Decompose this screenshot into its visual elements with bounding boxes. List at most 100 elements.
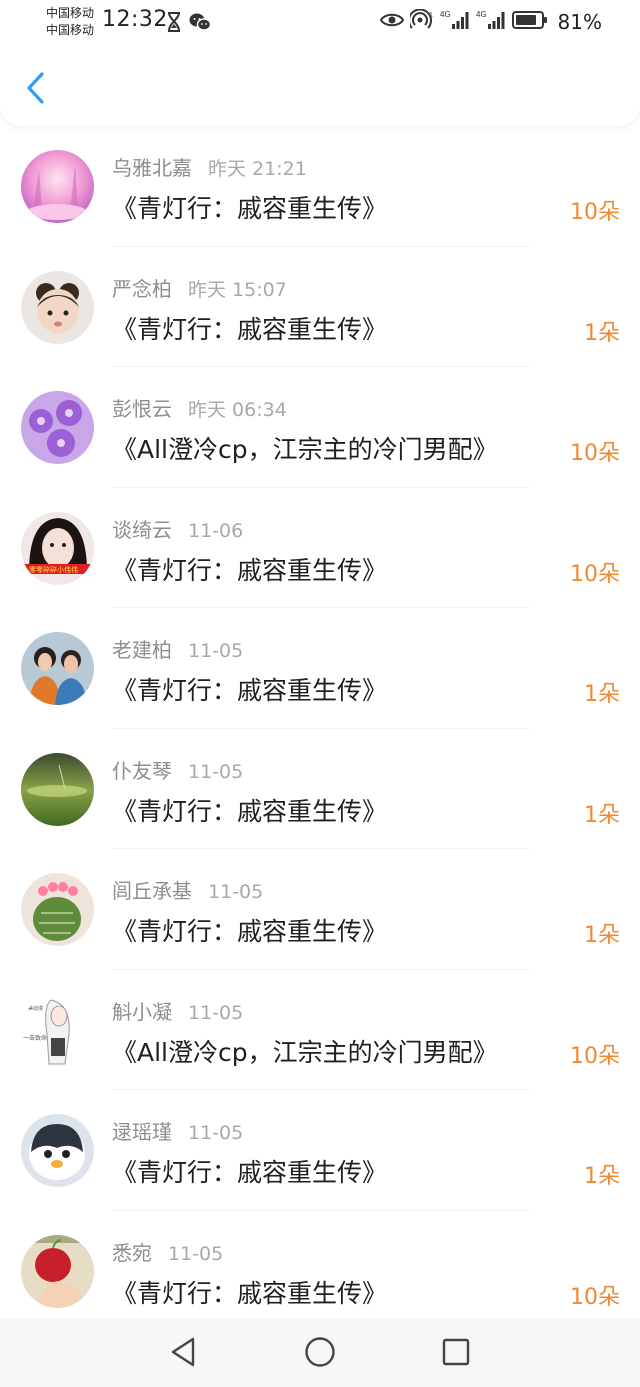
triangle-back-icon bbox=[168, 1336, 198, 1372]
flower-count: 10朵 bbox=[570, 561, 620, 587]
flower-count: 1朵 bbox=[584, 923, 620, 948]
user-info: 逯瑶瑾 11-05 bbox=[112, 1116, 243, 1145]
back-button[interactable] bbox=[18, 68, 52, 112]
network-2-label: 4G bbox=[476, 10, 487, 19]
user-info: 斛小凝 11-05 bbox=[112, 996, 243, 1025]
avatar[interactable] bbox=[21, 150, 94, 223]
signal-1-icon: 4G bbox=[440, 9, 470, 35]
status-icons: 1 4G 4G 81% bbox=[379, 8, 602, 35]
timestamp: 11-06 bbox=[188, 519, 244, 542]
flower-count: 10朵 bbox=[570, 441, 620, 466]
battery-percent: 81% bbox=[557, 10, 602, 34]
timestamp: 昨天 15:07 bbox=[188, 278, 287, 301]
list-item[interactable]: 逯瑶瑾 11-05 《青灯行：戚容重生传》 1朵 bbox=[0, 1090, 640, 1211]
circle-home-icon bbox=[304, 1336, 336, 1372]
book-title[interactable]: 《All澄冷cp，江宗主的冷门男配》 bbox=[112, 430, 498, 466]
square-recents-icon bbox=[441, 1337, 471, 1371]
timestamp: 11-05 bbox=[208, 881, 264, 903]
book-title[interactable]: 《青灯行：戚容重生传》 bbox=[112, 1274, 387, 1310]
user-name: 斛小凝 bbox=[112, 999, 172, 1024]
timestamp: 11-05 bbox=[168, 1242, 224, 1265]
user-name: 谈绮云 bbox=[112, 517, 172, 542]
nav-back-button[interactable] bbox=[166, 1337, 200, 1371]
nav-recents-button[interactable] bbox=[439, 1337, 473, 1371]
avatar[interactable] bbox=[21, 1234, 94, 1308]
status-bar: 中国移动 中国移动 12:32 1 4G 4G 81% bbox=[0, 0, 640, 44]
carrier-2: 中国移动 bbox=[46, 23, 95, 37]
timestamp: 11-05 bbox=[188, 1001, 244, 1024]
avatar[interactable] bbox=[21, 873, 94, 946]
eye-icon bbox=[379, 11, 404, 33]
screen: 中国移动 中国移动 12:32 1 4G 4G 81% 乌雅北嘉 昨天 21:2… bbox=[0, 0, 640, 1387]
timestamp: 11-05 bbox=[188, 1122, 244, 1144]
timestamp: 11-05 bbox=[188, 640, 244, 662]
user-name: 仆友琴 bbox=[112, 758, 172, 783]
book-title[interactable]: 《All澄冷cp，江宗主的冷门男配》 bbox=[112, 1033, 498, 1069]
avatar[interactable]: 唯美动漫 一击致命 bbox=[21, 993, 94, 1067]
flower-count: 1朵 bbox=[584, 320, 620, 346]
book-title[interactable]: 《青灯行：戚容重生传》 bbox=[112, 551, 387, 587]
gift-list: 乌雅北嘉 昨天 21:21 《青灯行：戚容重生传》 10朵 严念柏 昨天 15:07… bbox=[0, 126, 640, 1331]
user-info: 老建柏 11-05 bbox=[112, 634, 243, 663]
timestamp: 昨天 06:34 bbox=[188, 399, 287, 421]
top-area: 中国移动 中国移动 12:32 1 4G 4G 81% bbox=[0, 0, 640, 126]
clock: 12:32 bbox=[102, 7, 168, 32]
book-title[interactable]: 《青灯行：戚容重生传》 bbox=[112, 310, 387, 346]
avatar[interactable] bbox=[21, 752, 94, 826]
signal-2-icon: 4G bbox=[476, 9, 506, 35]
user-info: 谈绮云 11-06 bbox=[112, 514, 243, 543]
avatar[interactable] bbox=[21, 632, 94, 705]
list-item[interactable]: 老建柏 11-05 《青灯行：戚容重生传》 1朵 bbox=[0, 608, 640, 729]
list-item[interactable]: 仆友琴 11-05 《青灯行：戚容重生传》 1朵 bbox=[0, 729, 640, 850]
user-name: 老建柏 bbox=[112, 638, 172, 662]
svg-text:唯美动漫: 唯美动漫 bbox=[23, 1005, 43, 1012]
list-item[interactable]: 唯美动漫 一击致命 斛小凝 11-05 《All澄冷cp，江宗主的冷门男配》 10朵 bbox=[0, 970, 640, 1091]
user-info: 严念柏 昨天 15:07 bbox=[112, 273, 287, 302]
book-title[interactable]: 《青灯行：戚容重生传》 bbox=[112, 671, 387, 707]
carrier-1: 中国移动 bbox=[46, 6, 95, 20]
list-item[interactable]: 闾丘承基 11-05 《青灯行：戚容重生传》 1朵 bbox=[0, 849, 640, 970]
user-name: 悉宛 bbox=[112, 1240, 152, 1265]
timestamp: 11-05 bbox=[188, 760, 244, 783]
user-info: 悉宛 11-05 bbox=[112, 1237, 223, 1266]
user-info: 闾丘承基 11-05 bbox=[112, 875, 263, 904]
svg-text:1: 1 bbox=[429, 12, 433, 19]
list-item[interactable]: 悉宛 11-05 《青灯行：戚容重生传》 10朵 bbox=[0, 1211, 640, 1332]
user-info: 仆友琴 11-05 bbox=[112, 755, 243, 784]
chevron-left-icon bbox=[25, 71, 45, 109]
network-1-label: 4G bbox=[440, 10, 451, 19]
wechat-icon bbox=[189, 12, 212, 36]
avatar[interactable] bbox=[21, 270, 94, 344]
book-title[interactable]: 《青灯行：戚容重生传》 bbox=[112, 189, 387, 225]
avatar[interactable]: 零零碎碎小伟伟 bbox=[21, 511, 94, 585]
user-name: 严念柏 bbox=[112, 276, 172, 301]
flower-count: 1朵 bbox=[584, 1164, 620, 1189]
book-title[interactable]: 《青灯行：戚容重生传》 bbox=[112, 1153, 387, 1189]
list-item[interactable]: 乌雅北嘉 昨天 21:21 《青灯行：戚容重生传》 10朵 bbox=[0, 126, 640, 247]
nav-home-button[interactable] bbox=[303, 1337, 337, 1371]
battery-icon bbox=[511, 10, 548, 34]
timestamp: 昨天 21:21 bbox=[208, 158, 307, 180]
user-name: 逯瑶瑾 bbox=[112, 1120, 172, 1144]
hotspot-icon: 1 bbox=[407, 8, 434, 35]
list-item[interactable]: 彭恨云 昨天 06:34 《All澄冷cp，江宗主的冷门男配》 10朵 bbox=[0, 367, 640, 488]
book-title[interactable]: 《青灯行：戚容重生传》 bbox=[112, 792, 387, 828]
user-info: 乌雅北嘉 昨天 21:21 bbox=[112, 152, 307, 181]
user-name: 彭恨云 bbox=[112, 397, 172, 421]
list-item[interactable]: 严念柏 昨天 15:07 《青灯行：戚容重生传》 1朵 bbox=[0, 247, 640, 368]
avatar[interactable] bbox=[21, 1114, 94, 1187]
user-name: 乌雅北嘉 bbox=[112, 156, 192, 180]
navigation-bar bbox=[0, 1319, 640, 1387]
user-name: 闾丘承基 bbox=[112, 879, 192, 903]
carrier-labels: 中国移动 中国移动 bbox=[46, 5, 94, 39]
avatar[interactable] bbox=[21, 391, 94, 464]
flower-count: 10朵 bbox=[570, 200, 620, 225]
flower-count: 10朵 bbox=[570, 1284, 620, 1310]
flower-count: 1朵 bbox=[584, 682, 620, 707]
book-title[interactable]: 《青灯行：戚容重生传》 bbox=[112, 912, 387, 948]
list-item[interactable]: 零零碎碎小伟伟 谈绮云 11-06 《青灯行：戚容重生传》 10朵 bbox=[0, 488, 640, 609]
svg-text:零零碎碎小伟伟: 零零碎碎小伟伟 bbox=[29, 565, 78, 574]
svg-text:一击致命: 一击致命 bbox=[23, 1034, 47, 1042]
hourglass-icon bbox=[167, 12, 181, 36]
flower-count: 1朵 bbox=[584, 802, 620, 828]
